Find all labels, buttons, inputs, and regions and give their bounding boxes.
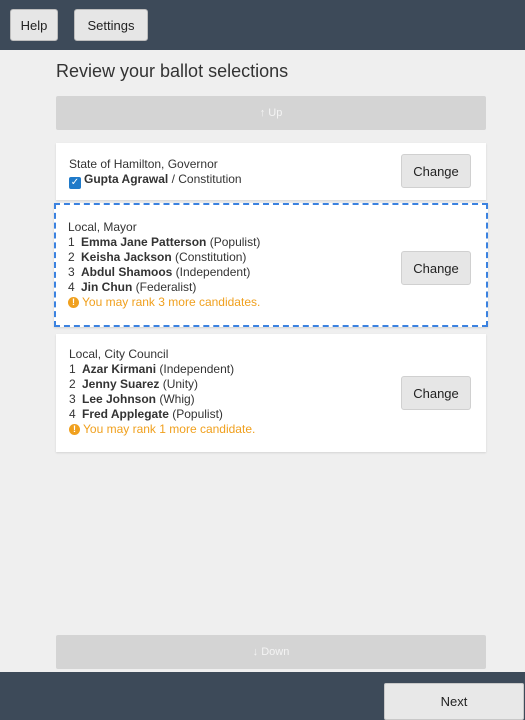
change-button-city-council[interactable]: Change (401, 376, 471, 410)
candidate-name: Azar Kirmani (82, 362, 157, 376)
warning-text: You may rank 3 more candidates. (82, 295, 261, 309)
candidate-name: Fred Applegate (82, 407, 169, 421)
scroll-up-label: Up (268, 107, 283, 119)
rank-number: 2 (69, 377, 76, 391)
warning-icon: ! (68, 297, 79, 308)
candidate-party: (Whig) (156, 392, 195, 406)
help-button[interactable]: Help (10, 9, 58, 41)
contest-title: Local, City Council (69, 347, 169, 361)
warning-icon: ! (69, 424, 80, 435)
contest-card-governor: State of Hamilton, Governor ✓ Gupta Agraw… (56, 143, 486, 200)
settings-button[interactable]: Settings (74, 9, 148, 41)
scroll-up-button[interactable]: ↑ Up (56, 96, 486, 130)
ranked-candidate: 1 Emma Jane Patterson (Populist) (68, 235, 260, 250)
candidate-name: Keisha Jackson (81, 250, 172, 264)
candidate-party: (Federalist) (132, 280, 197, 294)
checkbox-checked-icon: ✓ (69, 176, 81, 189)
rank-warning: ! You may rank 3 more candidates. (68, 295, 260, 310)
top-bar: Help Settings (0, 0, 525, 50)
rank-number: 1 (69, 362, 76, 376)
rank-number: 4 (68, 280, 75, 294)
candidate-name: Jenny Suarez (82, 377, 160, 391)
ranked-candidate: 4 Jin Chun (Federalist) (68, 280, 260, 295)
page-title: Review your ballot selections (56, 61, 289, 81)
warning-text: You may rank 1 more candidate. (83, 422, 256, 436)
next-button[interactable]: Next (384, 683, 524, 720)
change-button-mayor[interactable]: Change (401, 251, 471, 285)
ranked-candidate: 2 Keisha Jackson (Constitution) (68, 250, 260, 265)
candidate-party: (Independent) (172, 265, 251, 279)
scroll-down-button[interactable]: ↓ Down (56, 635, 486, 669)
rank-number: 3 (68, 265, 75, 279)
ranked-candidate: 1 Azar Kirmani (Independent) (69, 362, 255, 377)
candidate-name: Lee Johnson (82, 392, 157, 406)
selected-candidate: ✓ Gupta Agrawal / Constitution (69, 172, 242, 189)
candidate-party: (Independent) (156, 362, 235, 376)
rank-warning: ! You may rank 1 more candidate. (69, 422, 255, 437)
candidate-party: (Constitution) (171, 250, 247, 264)
contest-card-mayor: Local, Mayor 1 Emma Jane Patterson (Popul… (54, 203, 488, 327)
candidate-name: Emma Jane Patterson (81, 235, 207, 249)
candidate-party: (Populist) (206, 235, 261, 249)
rank-number: 4 (69, 407, 76, 421)
scroll-up-icon: ↑ (259, 107, 269, 119)
ranked-candidate: 2 Jenny Suarez (Unity) (69, 377, 255, 392)
scroll-down-icon: ↓ (252, 646, 262, 658)
ranked-candidate: 4 Fred Applegate (Populist) (69, 407, 255, 422)
contest-card-city-council: Local, City Council 1 Azar Kirmani (Indep… (56, 334, 486, 452)
change-button-governor[interactable]: Change (401, 154, 471, 188)
rank-number: 1 (68, 235, 75, 249)
contest-title: Local, Mayor (68, 220, 137, 234)
scroll-down-label: Down (261, 646, 290, 658)
candidate-party: / Constitution (168, 172, 242, 186)
candidate-party: (Populist) (168, 407, 223, 421)
contest-title: State of Hamilton, Governor (69, 157, 218, 171)
candidate-name: Abdul Shamoos (81, 265, 173, 279)
candidate-party: (Unity) (159, 377, 199, 391)
rank-number: 2 (68, 250, 75, 264)
rank-number: 3 (69, 392, 76, 406)
candidate-name: Gupta Agrawal (84, 172, 169, 186)
candidate-name: Jin Chun (81, 280, 133, 294)
ranked-candidate: 3 Abdul Shamoos (Independent) (68, 265, 260, 280)
ranked-candidate: 3 Lee Johnson (Whig) (69, 392, 255, 407)
